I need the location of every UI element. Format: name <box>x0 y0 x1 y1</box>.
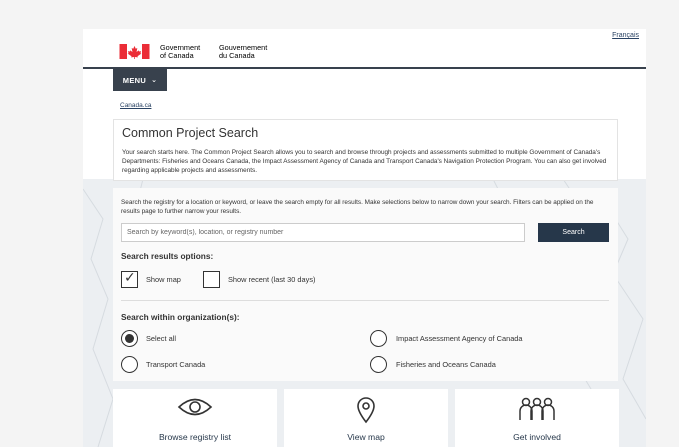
divider <box>121 300 609 301</box>
tile-get-involved-label: Get involved <box>513 432 561 442</box>
show-map-label: Show map <box>146 275 181 284</box>
show-map-checkbox[interactable]: ✓ <box>121 269 138 288</box>
show-recent-checkbox[interactable] <box>203 271 220 288</box>
fisheries-oceans-label: Fisheries and Oceans Canada <box>396 360 496 369</box>
checkmark-icon: ✓ <box>124 269 136 285</box>
iaac-label: Impact Assessment Agency of Canada <box>396 334 523 343</box>
eye-icon <box>177 398 213 416</box>
people-icon <box>519 397 555 420</box>
menu-button[interactable]: MENU ⌄ <box>113 69 167 91</box>
map-pin-icon <box>357 397 375 424</box>
site-header: Government of Canada Gouvernement du Can… <box>83 29 646 69</box>
tile-browse-registry[interactable]: Browse registry list <box>113 389 277 447</box>
tile-view-map-label: View map <box>347 432 385 442</box>
tile-view-map[interactable]: View map <box>284 389 448 447</box>
intro-text: Your search starts here. The Common Proj… <box>122 149 607 174</box>
menu-label: MENU <box>122 75 147 85</box>
show-recent-label: Show recent (last 30 days) <box>228 275 316 284</box>
fisheries-oceans-radio[interactable] <box>370 356 387 373</box>
search-card: Search the registry for a location or ke… <box>113 188 618 381</box>
canada-flag-icon <box>119 44 150 59</box>
organization-heading: Search within organization(s): <box>121 312 240 322</box>
page-title: Common Project Search <box>122 126 259 140</box>
iaac-radio[interactable] <box>370 330 387 347</box>
tile-browse-label: Browse registry list <box>158 432 232 442</box>
wordmark-fr-line2: du Canada <box>219 50 255 60</box>
wordmark-french: Gouvernement du Canada <box>219 44 267 59</box>
page: Government of Canada Gouvernement du Can… <box>83 29 646 447</box>
breadcrumb[interactable]: Canada.ca <box>120 102 151 109</box>
search-input[interactable] <box>121 223 525 242</box>
search-description: Search the registry for a location or ke… <box>121 199 594 215</box>
results-options-heading: Search results options: <box>121 251 214 261</box>
chevron-down-icon: ⌄ <box>151 77 158 84</box>
intro-card: Common Project Search Your search starts… <box>113 119 618 181</box>
wordmark-english: Government of Canada <box>160 44 200 59</box>
language-toggle-link[interactable]: Français <box>612 32 639 39</box>
select-all-label: Select all <box>146 334 176 343</box>
transport-canada-radio[interactable] <box>121 356 138 373</box>
search-button[interactable]: Search <box>538 223 609 242</box>
tile-get-involved[interactable]: Get involved <box>455 389 619 447</box>
transport-canada-label: Transport Canada <box>146 360 206 369</box>
radio-selected-dot <box>125 334 134 343</box>
select-all-radio[interactable] <box>121 330 138 347</box>
wordmark-en-line2: of Canada <box>160 50 194 60</box>
